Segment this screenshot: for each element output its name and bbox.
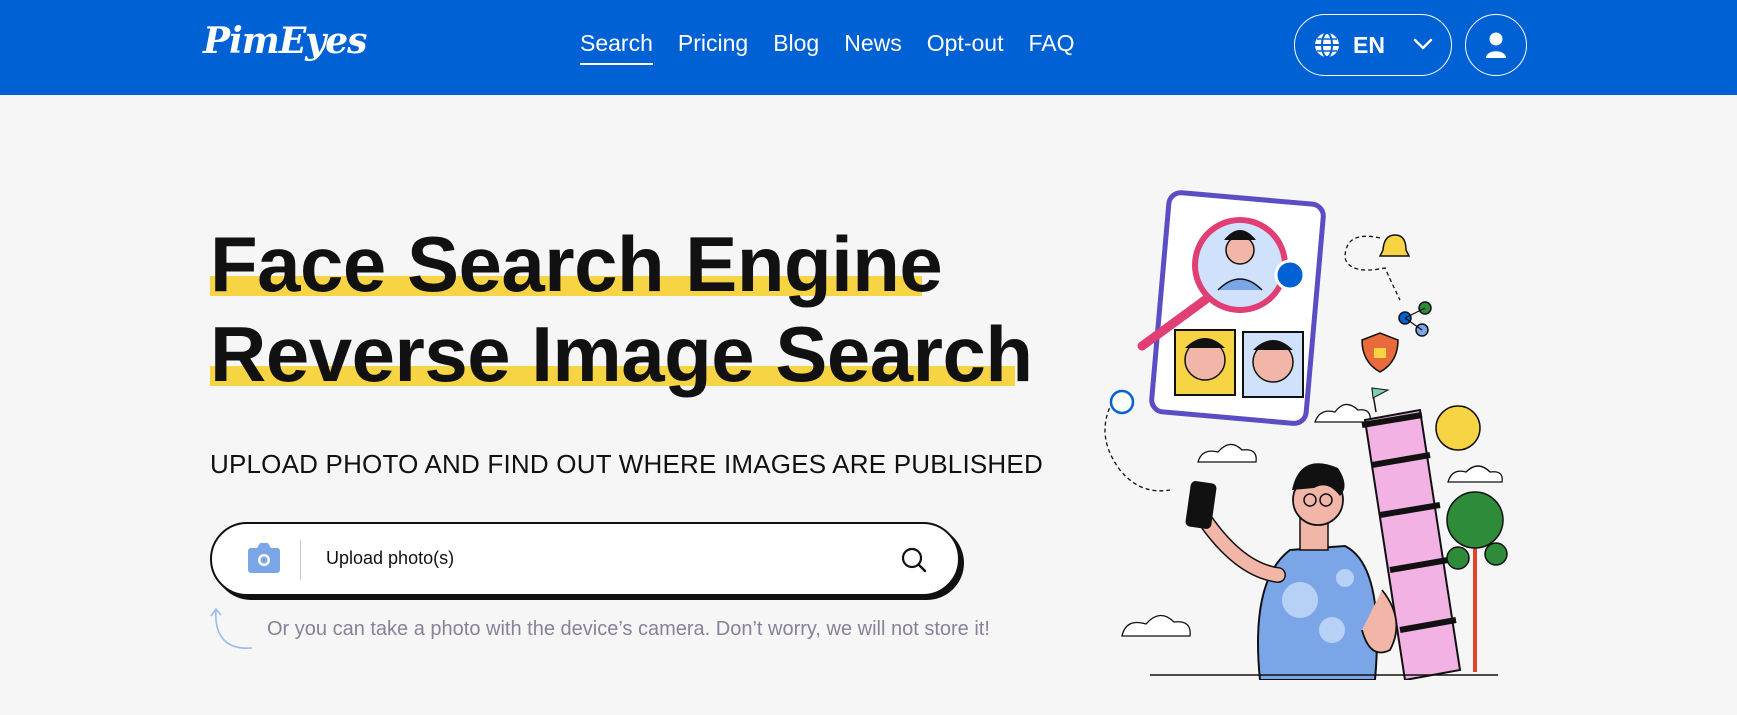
nav-faq[interactable]: FAQ	[1028, 30, 1074, 65]
account-button[interactable]	[1465, 14, 1527, 76]
hero-title: Face Search Engine Reverse Image Search	[210, 220, 1033, 400]
curved-arrow-icon	[210, 607, 253, 649]
nav-pricing[interactable]: Pricing	[678, 30, 748, 65]
nav-search[interactable]: Search	[580, 30, 653, 65]
hero-title-line-2: Reverse Image Search	[210, 310, 1033, 400]
upload-photo-label: Upload photo(s)	[326, 548, 455, 568]
nav-blog[interactable]: Blog	[773, 30, 819, 65]
upload-divider	[300, 540, 301, 580]
upload-photo-button[interactable]: Upload photo(s)	[210, 522, 960, 596]
top-navigation-bar: PimEyes Search Pricing Blog News Opt-out…	[0, 0, 1737, 95]
chevron-down-icon	[1413, 38, 1433, 50]
search-icon[interactable]	[900, 546, 928, 574]
main-nav: Search Pricing Blog News Opt-out FAQ	[580, 30, 1074, 65]
hero-subtitle: UPLOAD PHOTO AND FIND OUT WHERE IMAGES A…	[210, 449, 1043, 479]
hero-title-line-1: Face Search Engine	[210, 220, 1033, 310]
language-label: EN	[1353, 31, 1385, 58]
hero-title-text-2: Reverse Image Search	[210, 310, 1033, 398]
hero-illustration	[1104, 190, 1508, 680]
language-selector[interactable]: EN	[1294, 14, 1452, 76]
camera-note: Or you can take a photo with the device’…	[267, 618, 990, 640]
hero-title-text-1: Face Search Engine	[210, 220, 943, 308]
user-icon	[1486, 32, 1506, 58]
camera-icon[interactable]	[246, 540, 282, 576]
nav-opt-out[interactable]: Opt-out	[927, 30, 1004, 65]
pimeyes-logo[interactable]: PimEyes	[203, 20, 367, 62]
globe-icon	[1315, 32, 1339, 58]
nav-news[interactable]: News	[844, 30, 902, 65]
